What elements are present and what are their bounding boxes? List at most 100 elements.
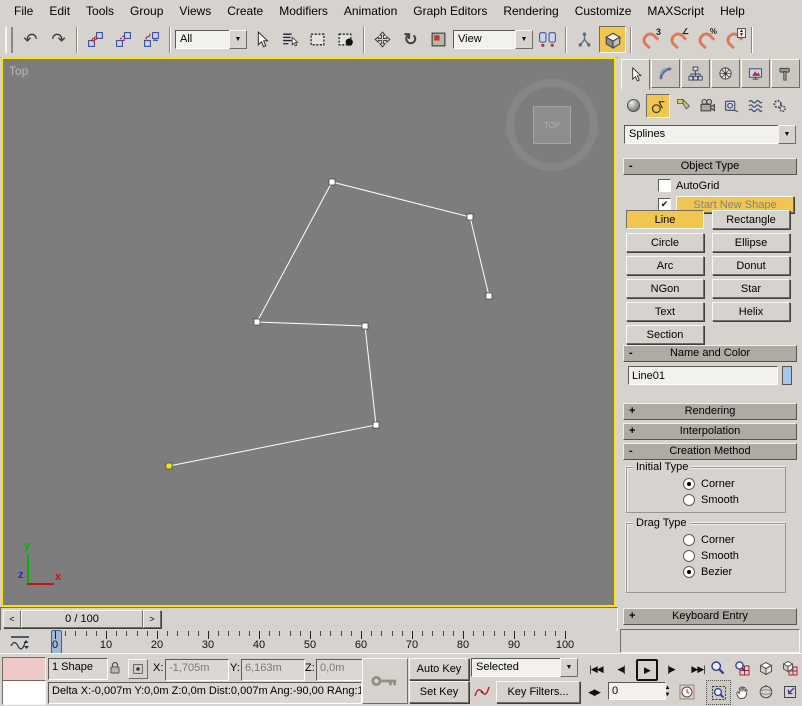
redo-icon[interactable]: ↷ <box>45 26 72 53</box>
object-type-button-ngon[interactable]: NGon <box>626 279 704 298</box>
window-crossing-toggle-icon[interactable] <box>332 26 359 53</box>
select-and-rotate-icon[interactable]: ↻ <box>397 26 424 53</box>
menu-item-maxscript[interactable]: MAXScript <box>639 1 712 21</box>
key-mode-toggle-icon[interactable]: ◀▶ <box>584 683 604 701</box>
select-and-scale-icon[interactable] <box>425 26 452 53</box>
time-slider[interactable]: < 0 / 100 > <box>0 607 618 631</box>
time-slider-handle[interactable]: 0 / 100 <box>21 610 143 628</box>
time-configuration-icon[interactable] <box>677 682 697 702</box>
absolute-relative-toggle-icon[interactable] <box>128 659 148 679</box>
tab-modify-icon[interactable] <box>651 59 680 88</box>
object-type-button-section[interactable]: Section <box>626 325 704 344</box>
object-color-swatch[interactable] <box>782 366 792 385</box>
tab-create-icon[interactable] <box>621 59 650 90</box>
select-and-manipulate-icon[interactable] <box>571 26 598 53</box>
rollout-object-type[interactable]: - Object Type <box>623 158 797 175</box>
zoom-all-icon[interactable] <box>730 656 753 679</box>
selection-filter-dropdown[interactable]: All ▼ <box>175 30 247 49</box>
snaps-toggle-3d-icon[interactable]: 3 <box>636 26 663 53</box>
y-coord-field[interactable]: 6,163m <box>241 659 305 681</box>
shapes-icon[interactable] <box>646 94 670 118</box>
radio-initial-type-corner[interactable]: Corner <box>683 478 785 490</box>
zoom-icon[interactable] <box>706 656 729 679</box>
menu-item-customize[interactable]: Customize <box>567 1 640 21</box>
helpers-icon[interactable] <box>720 94 742 116</box>
next-frame-icon[interactable]: |▶ <box>661 660 681 678</box>
dropdown-arrow-icon[interactable]: ▼ <box>515 30 533 49</box>
radio-drag-type-smooth[interactable]: Smooth <box>683 550 785 562</box>
object-type-button-arc[interactable]: Arc <box>626 256 704 275</box>
autogrid-row[interactable]: ✔ AutoGrid <box>658 179 719 192</box>
rollout-creation-method[interactable]: - Creation Method <box>623 443 797 460</box>
time-slider-prev-icon[interactable]: < <box>3 610 21 628</box>
unlink-selection-icon[interactable] <box>110 26 137 53</box>
select-and-link-icon[interactable] <box>82 26 109 53</box>
object-type-button-text[interactable]: Text <box>626 302 704 321</box>
radio-initial-type-smooth[interactable]: Smooth <box>683 494 785 506</box>
select-by-name-icon[interactable] <box>276 26 303 53</box>
auto-key-button[interactable]: Auto Key <box>409 658 469 680</box>
menu-item-graph-editors[interactable]: Graph Editors <box>405 1 495 21</box>
tab-hierarchy-icon[interactable] <box>681 59 710 88</box>
object-type-button-donut[interactable]: Donut <box>712 256 790 275</box>
spinner-snap-toggle-icon[interactable]: ▲▼ <box>720 26 747 53</box>
object-name-input[interactable] <box>628 366 778 385</box>
current-frame-field[interactable] <box>608 682 666 700</box>
percent-snap-toggle-icon[interactable]: % <box>692 26 719 53</box>
key-filters-button[interactable]: Key Filters... <box>496 681 580 703</box>
menu-item-edit[interactable]: Edit <box>41 1 78 21</box>
dropdown-arrow-icon[interactable]: ▼ <box>560 658 578 677</box>
menu-item-help[interactable]: Help <box>712 1 753 21</box>
rollout-keyboard-entry[interactable]: + Keyboard Entry <box>623 608 797 625</box>
keyboard-shortcut-override-icon[interactable] <box>599 26 626 53</box>
lights-icon[interactable] <box>672 94 694 116</box>
rectangular-selection-region-icon[interactable] <box>304 26 331 53</box>
set-key-mode-key-icon[interactable] <box>362 658 408 704</box>
z-coord-field[interactable]: 0,0m <box>316 659 366 681</box>
arc-rotate-icon[interactable] <box>754 680 777 703</box>
undo-icon[interactable]: ↶ <box>17 26 44 53</box>
object-type-button-rectangle[interactable]: Rectangle <box>712 210 790 229</box>
menu-item-tools[interactable]: Tools <box>78 1 122 21</box>
set-key-button[interactable]: Set Key <box>409 681 469 703</box>
geometry-icon[interactable] <box>622 94 644 116</box>
maxscript-listener-white[interactable] <box>2 680 46 705</box>
menu-item-group[interactable]: Group <box>122 1 171 21</box>
dropdown-arrow-icon[interactable]: ▼ <box>778 125 796 144</box>
rollout-name-and-color[interactable]: - Name and Color <box>623 345 797 362</box>
rollout-interpolation[interactable]: + Interpolation <box>623 423 797 440</box>
min-max-toggle-icon[interactable] <box>778 680 801 703</box>
toolbar-grip[interactable] <box>5 27 13 53</box>
cameras-icon[interactable] <box>696 94 718 116</box>
rollout-rendering[interactable]: + Rendering <box>623 403 797 420</box>
menu-item-create[interactable]: Create <box>219 1 271 21</box>
go-to-start-icon[interactable]: |◀◀ <box>584 660 608 678</box>
key-filter-selection-dropdown[interactable]: Selected ▼ <box>471 658 578 677</box>
menu-item-rendering[interactable]: Rendering <box>495 1 566 21</box>
zoom-extents-icon[interactable] <box>754 656 777 679</box>
select-and-move-icon[interactable] <box>369 26 396 53</box>
tab-display-icon[interactable] <box>741 59 770 88</box>
tab-motion-icon[interactable] <box>711 59 740 88</box>
default-in-out-tangents-icon[interactable] <box>471 682 493 702</box>
play-animation-icon[interactable]: ▶ <box>636 659 658 681</box>
menu-item-views[interactable]: Views <box>171 1 219 21</box>
shape-category-dropdown[interactable]: Splines ▼ <box>624 125 796 144</box>
menu-item-animation[interactable]: Animation <box>336 1 405 21</box>
use-pivot-point-center-icon[interactable] <box>534 26 561 53</box>
object-type-button-helix[interactable]: Helix <box>712 302 790 321</box>
radio-drag-type-corner[interactable]: Corner <box>683 534 785 546</box>
tab-utilities-icon[interactable] <box>771 59 800 88</box>
zoom-extents-all-icon[interactable] <box>778 656 801 679</box>
trackbar-ruler[interactable]: 0102030405060708090100 <box>44 630 616 654</box>
object-type-button-star[interactable]: Star <box>712 279 790 298</box>
object-type-button-circle[interactable]: Circle <box>626 233 704 252</box>
autogrid-checkbox[interactable]: ✔ <box>658 179 671 192</box>
space-warps-icon[interactable] <box>744 94 766 116</box>
pan-icon[interactable] <box>730 680 753 703</box>
radio-drag-type-bezier[interactable]: Bezier <box>683 566 785 578</box>
zoom-region-icon[interactable] <box>706 680 731 705</box>
systems-icon[interactable] <box>768 94 790 116</box>
dropdown-arrow-icon[interactable]: ▼ <box>229 30 247 49</box>
select-object-icon[interactable] <box>248 26 275 53</box>
